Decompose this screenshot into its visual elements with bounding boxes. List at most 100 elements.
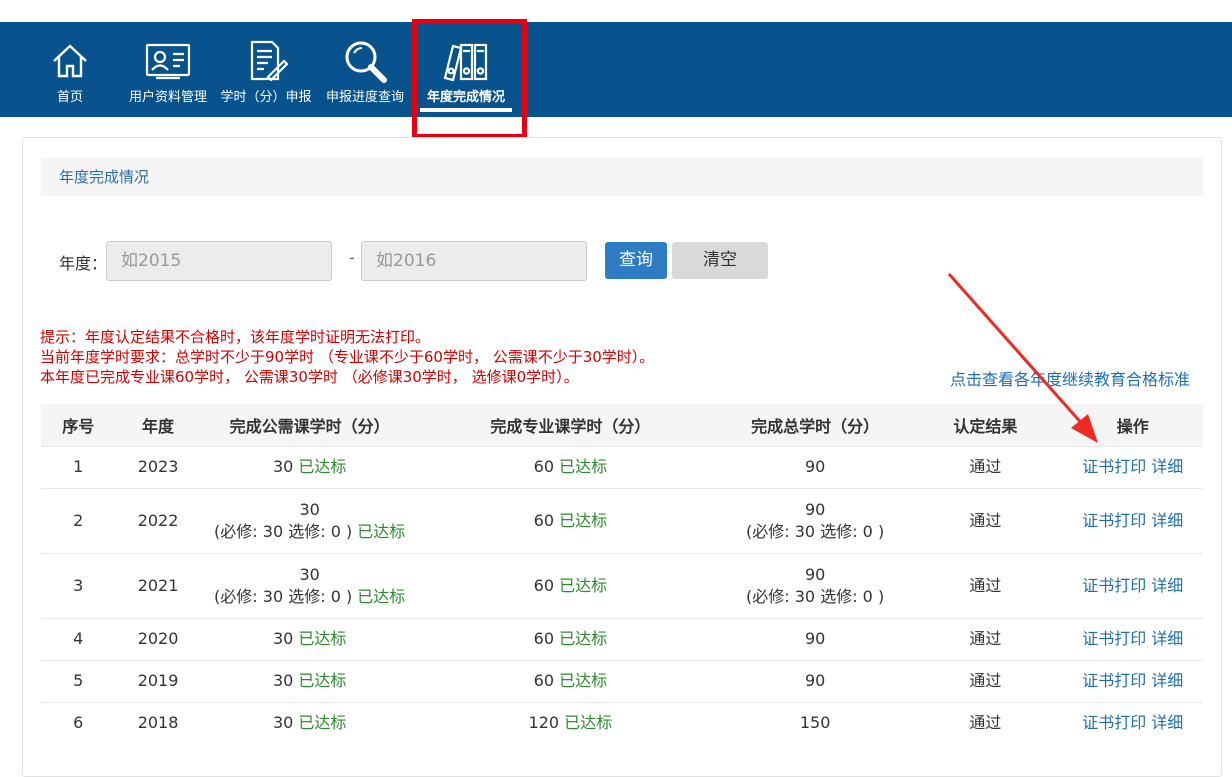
col-header: 序号 xyxy=(41,404,116,446)
public-value: 30 xyxy=(299,499,320,519)
certificate-print-link[interactable]: 证书打印 xyxy=(1082,457,1146,476)
status-ok: 已达标 xyxy=(559,671,608,690)
nav-item-user-profile[interactable]: 用户资料管理 xyxy=(122,22,214,117)
cell-public-hours: 30 已达标 xyxy=(200,617,419,660)
certificate-print-link[interactable]: 证书打印 xyxy=(1082,713,1146,732)
cell-no: 6 xyxy=(41,701,116,744)
cell-public-hours: 30 (必修: 30 选修: 0 ) 已达标 xyxy=(200,487,419,553)
total-value: 90 xyxy=(804,629,826,648)
status-ok: 已达标 xyxy=(298,629,347,648)
id-card-icon xyxy=(143,36,193,86)
cell-public-hours: 30 已达标 xyxy=(200,701,419,744)
status-ok: 已达标 xyxy=(559,575,608,595)
public-detail: (必修: 30 选修: 0 ) xyxy=(214,586,353,606)
col-header: 年度 xyxy=(115,404,201,446)
prof-value: 60 xyxy=(533,575,554,595)
detail-link[interactable]: 详细 xyxy=(1151,671,1183,690)
prof-value: 60 xyxy=(533,629,554,648)
cell-result: 通过 xyxy=(908,552,1063,618)
cell-result: 通过 xyxy=(908,487,1063,553)
active-tab-underline xyxy=(420,108,512,112)
notice-line: 当前年度学时要求：总学时不少于90学时 （专业课不少于60学时， 公需课不少于3… xyxy=(40,348,655,366)
status-ok: 已达标 xyxy=(298,713,347,733)
cell-year: 2023 xyxy=(115,445,201,488)
nav-label: 用户资料管理 xyxy=(128,90,207,105)
cell-professional-hours: 60 已达标 xyxy=(418,445,723,488)
detail-link[interactable]: 详细 xyxy=(1151,511,1183,530)
status-ok: 已达标 xyxy=(559,510,608,530)
public-value: 30 xyxy=(272,457,294,476)
nav-item-annual-completion[interactable]: 年度完成情况 xyxy=(417,22,515,117)
public-value: 30 xyxy=(272,629,294,648)
cell-year: 2020 xyxy=(115,617,201,660)
cell-total-hours: 150 xyxy=(722,701,909,744)
cell-operations: 证书打印 详细 xyxy=(1062,487,1203,553)
status-ok: 已达标 xyxy=(357,521,406,541)
total-value: 90 xyxy=(804,499,826,519)
detail-link[interactable]: 详细 xyxy=(1151,713,1183,732)
completion-table: 序号 年度 完成公需课学时（分） 完成专业课学时（分） 完成总学时（分） 认定结… xyxy=(41,404,1203,744)
total-value: 90 xyxy=(804,671,826,690)
col-header: 完成专业课学时（分） xyxy=(418,404,723,446)
notice-line: 提示：年度认定结果不合格时，该年度学时证明无法打印。 xyxy=(40,328,431,346)
cell-year: 2018 xyxy=(115,701,201,744)
total-value: 150 xyxy=(799,713,831,733)
binders-icon xyxy=(441,36,491,86)
prof-value: 60 xyxy=(533,457,554,476)
table-row: 6 2018 30 已达标 120 已达标 150 通过 证书打印 详细 xyxy=(41,701,1203,744)
year-to-input[interactable]: 如2016 xyxy=(361,241,587,281)
cell-operations: 证书打印 详细 xyxy=(1062,659,1203,702)
cell-professional-hours: 60 已达标 xyxy=(418,552,723,618)
year-from-input[interactable]: 如2015 xyxy=(106,241,332,281)
table-header-row: 序号 年度 完成公需课学时（分） 完成专业课学时（分） 完成总学时（分） 认定结… xyxy=(41,404,1203,446)
year-label: 年度： xyxy=(59,254,108,273)
certificate-print-link[interactable]: 证书打印 xyxy=(1082,629,1146,648)
clear-button[interactable]: 清空 xyxy=(672,242,768,279)
certificate-print-link[interactable]: 证书打印 xyxy=(1082,511,1146,530)
cell-professional-hours: 60 已达标 xyxy=(418,659,723,702)
nav-item-credit-declaration[interactable]: 学时（分）申报 xyxy=(220,22,312,117)
cell-professional-hours: 60 已达标 xyxy=(418,487,723,553)
cell-result: 通过 xyxy=(908,617,1063,660)
home-icon xyxy=(45,36,95,86)
public-value: 30 xyxy=(299,564,320,584)
status-ok: 已达标 xyxy=(357,586,406,606)
cell-total-hours: 90 xyxy=(722,445,909,488)
total-value: 90 xyxy=(804,457,826,476)
col-header: 完成公需课学时（分） xyxy=(200,404,419,446)
status-ok: 已达标 xyxy=(559,457,608,476)
cell-result: 通过 xyxy=(908,445,1063,488)
cell-total-hours: 90 (必修: 30 选修: 0 ) xyxy=(722,487,909,553)
status-ok: 已达标 xyxy=(298,671,347,690)
cell-total-hours: 90 xyxy=(722,617,909,660)
detail-link[interactable]: 详细 xyxy=(1151,576,1183,595)
cell-year: 2019 xyxy=(115,659,201,702)
cell-no: 4 xyxy=(41,617,116,660)
range-separator: - xyxy=(349,248,355,267)
status-ok: 已达标 xyxy=(559,629,608,648)
total-value: 90 xyxy=(804,564,826,584)
query-button[interactable]: 查询 xyxy=(605,242,667,279)
main-panel: 年度完成情况 年度： 如2015 - 如2016 查询 清空 提示：年度认定结果… xyxy=(22,137,1222,777)
cell-no: 3 xyxy=(41,552,116,618)
certificate-print-link[interactable]: 证书打印 xyxy=(1082,671,1146,690)
nav-label: 申报进度查询 xyxy=(325,90,404,105)
cell-year: 2021 xyxy=(115,552,201,618)
standard-link[interactable]: 点击查看各年度继续教育合格标准 xyxy=(950,366,1190,390)
col-header: 操作 xyxy=(1062,404,1203,446)
nav-item-progress-query[interactable]: 申报进度查询 xyxy=(320,22,410,117)
public-value: 30 xyxy=(272,671,294,690)
prof-value: 60 xyxy=(533,510,554,530)
cell-no: 2 xyxy=(41,487,116,553)
cell-public-hours: 30 已达标 xyxy=(200,445,419,488)
detail-link[interactable]: 详细 xyxy=(1151,629,1183,648)
cell-total-hours: 90 (必修: 30 选修: 0 ) xyxy=(722,552,909,618)
cell-operations: 证书打印 详细 xyxy=(1062,617,1203,660)
certificate-print-link[interactable]: 证书打印 xyxy=(1082,576,1146,595)
detail-link[interactable]: 详细 xyxy=(1151,457,1183,476)
cell-year: 2022 xyxy=(115,487,201,553)
cell-public-hours: 30 已达标 xyxy=(200,659,419,702)
table-row: 5 2019 30 已达标 60 已达标 90 通过 证书打印 详细 xyxy=(41,659,1203,702)
nav-item-home[interactable]: 首页 xyxy=(40,22,100,117)
cell-operations: 证书打印 详细 xyxy=(1062,701,1203,744)
